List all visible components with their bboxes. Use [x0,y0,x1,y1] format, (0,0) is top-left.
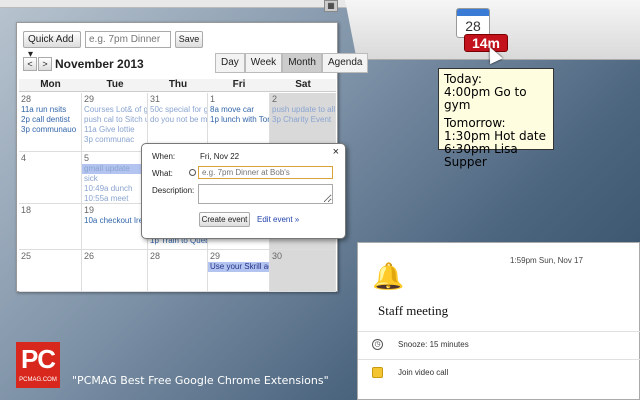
day-cell[interactable]: 28 11a run nsits 2p call dentist 3p communa… [19,93,82,152]
day-number: 4 [21,153,27,163]
tomorrow-label: Tomorrow: [444,116,506,130]
what-radio[interactable] [189,169,196,176]
calendar-panel: Quick Add ▾ Save < > November 2013 Day W… [16,22,369,292]
day-number: 31 [150,94,161,104]
day-cell[interactable]: 29Courses Lot& of gropush cal to Sitch u… [82,93,148,152]
calendar-event[interactable]: 11a run nsits [19,105,81,115]
edit-event-link[interactable]: Edit event » [257,215,299,224]
calendar-event[interactable]: 8a move car [208,105,269,115]
tab-agenda[interactable]: Agenda [321,53,369,73]
day-number: 29 [210,251,221,261]
today-event: 4:00pm Go to gym [444,85,527,112]
join-video-call-button[interactable]: Join video call [358,359,640,385]
day-cell[interactable]: 29Use your Skrill acco [208,250,270,292]
event-title-input[interactable] [198,166,333,179]
calendar-event[interactable]: 11a Give lottie [82,125,147,135]
calendar-event[interactable]: 2p call dentist [19,115,81,125]
join-label: Join video call [398,368,449,377]
day-cell[interactable]: 18 [19,204,82,250]
browser-strip [0,0,350,8]
description-label: Description: [152,186,195,195]
new-event-popup: × When: Fri, Nov 22 What: Description: C… [141,143,346,239]
calendar-icon-header [457,9,489,16]
extension-icon[interactable]: ▦ [324,0,338,12]
day-header: Tue [82,79,148,92]
calendar-event[interactable]: 1p lunch with Tom [208,115,269,125]
tab-day[interactable]: Day [215,53,245,73]
calendar-event[interactable]: gmail update [82,164,147,174]
day-number: 18 [21,205,32,215]
notification-title: Staff meeting [378,303,449,318]
close-icon[interactable]: × [333,146,339,158]
day-cell[interactable]: 26 [82,250,148,292]
day-number: 29 [84,94,95,104]
award-caption: "PCMAG Best Free Google Chrome Extension… [72,374,329,387]
calendar-event[interactable]: 10:55a meet [82,194,147,203]
calendar-event[interactable]: 3p Charity Event [270,115,335,125]
calendar-event[interactable]: Courses Lot& of gro [82,105,147,115]
view-switcher: Day Week Month Agenda [215,53,369,73]
snooze-button[interactable]: ◷ Snooze: 15 minutes [358,331,640,357]
tomorrow-event: 1:30pm Hot date [444,129,547,143]
day-cell[interactable]: 28 [148,250,208,292]
day-cell[interactable]: 25 [19,250,82,292]
day-number: 1 [210,94,216,104]
calendar-event[interactable]: sick [82,174,147,184]
next-month-button[interactable]: > [38,57,52,71]
month-title: November 2013 [55,57,144,71]
bell-icon: 🔔 [372,261,405,291]
tomorrow-event: 6:30pm Lisa Supper [444,142,518,169]
when-label: When: [152,152,176,161]
pcmag-logo-url: PCMAG.COM [19,377,57,383]
calendar-event[interactable]: 50c special for gra [148,105,207,115]
day-number: 30 [272,251,283,261]
notification-time: 1:59pm Sun, Nov 17 [510,256,583,265]
save-button[interactable]: Save [175,31,203,48]
upcoming-events-tooltip: Today: 4:00pm Go to gym Tomorrow: 1:30pm… [438,68,554,169]
day-number: 28 [21,94,32,104]
tab-month[interactable]: Month [282,53,322,73]
what-label: What: [152,169,173,178]
day-number: 25 [21,251,32,261]
tab-week[interactable]: Week [244,53,283,73]
calendar-event[interactable]: push update to all c [270,105,335,115]
day-number: 19 [84,205,95,215]
when-value: Fri, Nov 22 [200,152,240,161]
day-header: Thu [148,79,208,92]
day-cell[interactable]: 4 [19,152,82,204]
event-notification[interactable]: 🔔 1:59pm Sun, Nov 17 Staff meeting ◷ Sno… [357,242,640,400]
description-field[interactable] [198,184,333,204]
day-number: 5 [84,153,90,163]
day-header: Fri [208,79,270,92]
calendar-event[interactable]: Use your Skrill acco [208,262,269,272]
day-cell[interactable]: 30 [270,250,336,292]
calendar-event[interactable]: 10a checkout Ire [82,216,147,226]
snooze-label: Snooze: 15 minutes [398,340,469,349]
day-header: Sat [270,79,336,92]
calendar-event[interactable]: push cal to Sitch u [82,115,147,125]
calendar-event[interactable]: 3p communauo [19,125,81,135]
video-call-icon [372,367,383,378]
calendar-event[interactable]: do you not be mes [148,115,207,125]
today-label: Today: [444,72,482,86]
prev-month-button[interactable]: < [23,57,37,71]
day-cell[interactable]: 5 gmail update sick 10:49a dunch 10:55a meet [82,152,148,204]
quick-add-input[interactable] [85,31,171,48]
calendar-event[interactable]: 10:49a dunch [82,184,147,194]
day-header: Mon [19,79,82,92]
pcmag-logo-text: PC [20,344,56,374]
clock-icon: ◷ [372,339,383,350]
quick-add-dropdown[interactable]: Quick Add ▾ [23,31,81,60]
day-number: 2 [272,94,278,104]
calendar-event[interactable]: 3p communac [82,135,147,145]
calendar-icon-day: 28 [465,18,481,34]
day-cell[interactable]: 19 10a checkout Ire [82,204,148,250]
create-event-button[interactable]: Create event [199,212,250,227]
day-number: 26 [84,251,95,261]
day-number: 28 [150,251,161,261]
pcmag-logo: PC PCMAG.COM [16,342,60,388]
